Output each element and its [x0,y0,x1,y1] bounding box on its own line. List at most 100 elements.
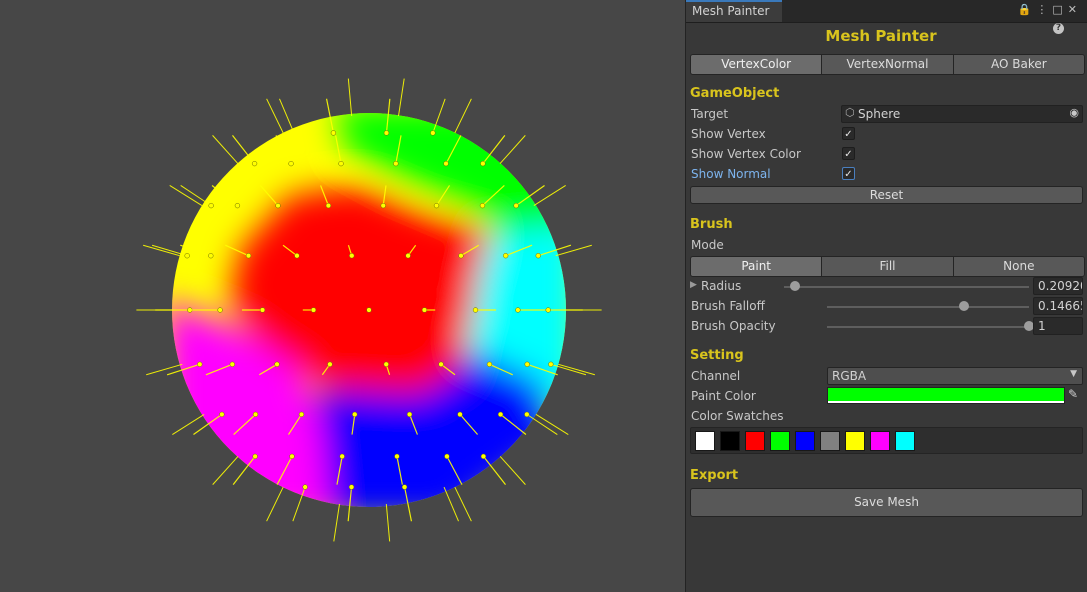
normal-line [266,98,284,134]
vertex-dot [208,202,214,209]
normal-line [333,503,340,542]
vertex-dot [383,361,389,367]
vertex-dot [405,253,411,259]
vertex-dot [245,253,252,259]
vertex-dot [394,453,400,460]
tab-vertexcolor[interactable]: VertexColor [691,55,823,74]
channel-value: RGBA [832,369,867,383]
vertex-dot [515,307,521,313]
vertex-dot [433,202,440,209]
opacity-input[interactable]: 1 [1033,317,1083,335]
paint-color-field[interactable] [827,387,1065,404]
mode-none[interactable]: None [953,257,1084,276]
vertex-dot [513,202,519,209]
vertex-dot [294,253,300,259]
show-vertex-checkbox[interactable]: ✓ [842,127,855,140]
radius-label: Radius [701,279,742,293]
color-swatches [690,427,1083,454]
color-swatch[interactable] [845,431,865,451]
color-swatch[interactable] [695,431,715,451]
falloff-slider-knob[interactable] [959,301,970,311]
vertex-dot [229,361,235,367]
export-header: Export [690,468,739,483]
normal-line [347,78,353,117]
vertex-dot [535,253,541,259]
vertex-dot [208,253,214,259]
color-swatch[interactable] [720,431,740,451]
falloff-input[interactable]: 0.14665 [1033,297,1083,315]
color-swatch[interactable] [770,431,790,451]
reset-button[interactable]: Reset [690,186,1083,204]
tab-vertexnormal[interactable]: VertexNormal [822,55,954,74]
mode-toolbar: VertexColor VertexNormal AO Baker [690,54,1085,75]
normal-line [533,185,566,207]
color-swatch[interactable] [870,431,890,451]
vertex-dot [330,130,337,136]
vertex-dot [349,253,355,259]
vertex-dot [339,453,345,460]
vertex-dot [234,202,241,209]
vertex-dot [480,453,487,460]
tab-ao-baker[interactable]: AO Baker [953,55,1084,74]
maximize-icon[interactable]: □ [1052,3,1067,16]
vertex-dot [197,361,203,367]
vertex-dot [338,160,344,167]
vertex-dot [401,484,408,490]
tab-mesh-painter[interactable]: Mesh Painter [686,0,782,22]
mode-paint[interactable]: Paint [691,257,823,276]
channel-dropdown[interactable]: RGBA ▼ [827,367,1083,385]
vertex-dot [327,361,333,367]
object-picker-icon[interactable]: ◉ [1069,106,1079,119]
vertex-dot [524,361,530,367]
eyedropper-icon[interactable]: ✎ [1068,387,1078,401]
mode-fill[interactable]: Fill [822,257,954,276]
opacity-slider-track[interactable] [827,326,1029,328]
save-mesh-button[interactable]: Save Mesh [690,488,1083,517]
show-vertex-color-checkbox[interactable]: ✓ [842,147,855,160]
normal-line [142,244,180,257]
target-field[interactable]: ⬡ Sphere ◉ [841,105,1083,123]
brush-falloff-label: Brush Falloff [691,299,765,313]
normal-line [212,135,239,164]
vertex-dot [421,307,428,313]
mode-label: Mode [691,238,724,252]
normal-line [398,78,405,117]
color-swatch[interactable] [795,431,815,451]
normal-line [454,98,472,134]
vertex-dot [219,411,225,418]
foldout-arrow-icon[interactable]: ▶ [690,280,697,290]
lock-icon[interactable]: 🔒 [1018,3,1037,16]
vertex-dot [310,307,317,313]
falloff-slider-track[interactable] [827,306,1029,308]
close-icon[interactable]: ✕ [1068,3,1082,16]
color-swatch[interactable] [745,431,765,451]
normal-line [555,244,592,257]
brush-opacity-label: Brush Opacity [691,319,776,333]
vertex-dot [252,411,259,418]
color-swatch[interactable] [895,431,915,451]
more-icon[interactable]: ⋮ [1036,3,1052,16]
color-swatch[interactable] [820,431,840,451]
vertex-dot [548,361,554,367]
channel-label: Channel [691,369,741,383]
show-normal-checkbox[interactable]: ✓ [842,167,855,180]
vertex-dot [393,160,399,167]
vertex-dot [380,202,386,209]
vertex-dot [288,160,294,167]
vertex-dot [184,253,190,259]
radius-input[interactable]: 0.20920 [1033,277,1083,295]
scene-view[interactable] [0,0,685,592]
vertex-dot [217,307,223,313]
vertex-dot [443,160,449,167]
mesh-painter-panel: Mesh Painter 🔒⋮□✕ ? Mesh Painter VertexC… [685,0,1087,592]
vertex-dot [252,453,258,460]
vertex-dot [503,253,509,259]
radius-slider-knob[interactable] [790,281,801,291]
color-swatches-label: Color Swatches [691,409,784,423]
vertex-dot [406,411,413,418]
normal-line [499,456,526,485]
normal-line [279,98,295,134]
radius-slider-track[interactable] [784,286,1029,288]
vertex-dot [524,411,530,418]
show-vertex-color-label: Show Vertex Color [691,147,801,161]
